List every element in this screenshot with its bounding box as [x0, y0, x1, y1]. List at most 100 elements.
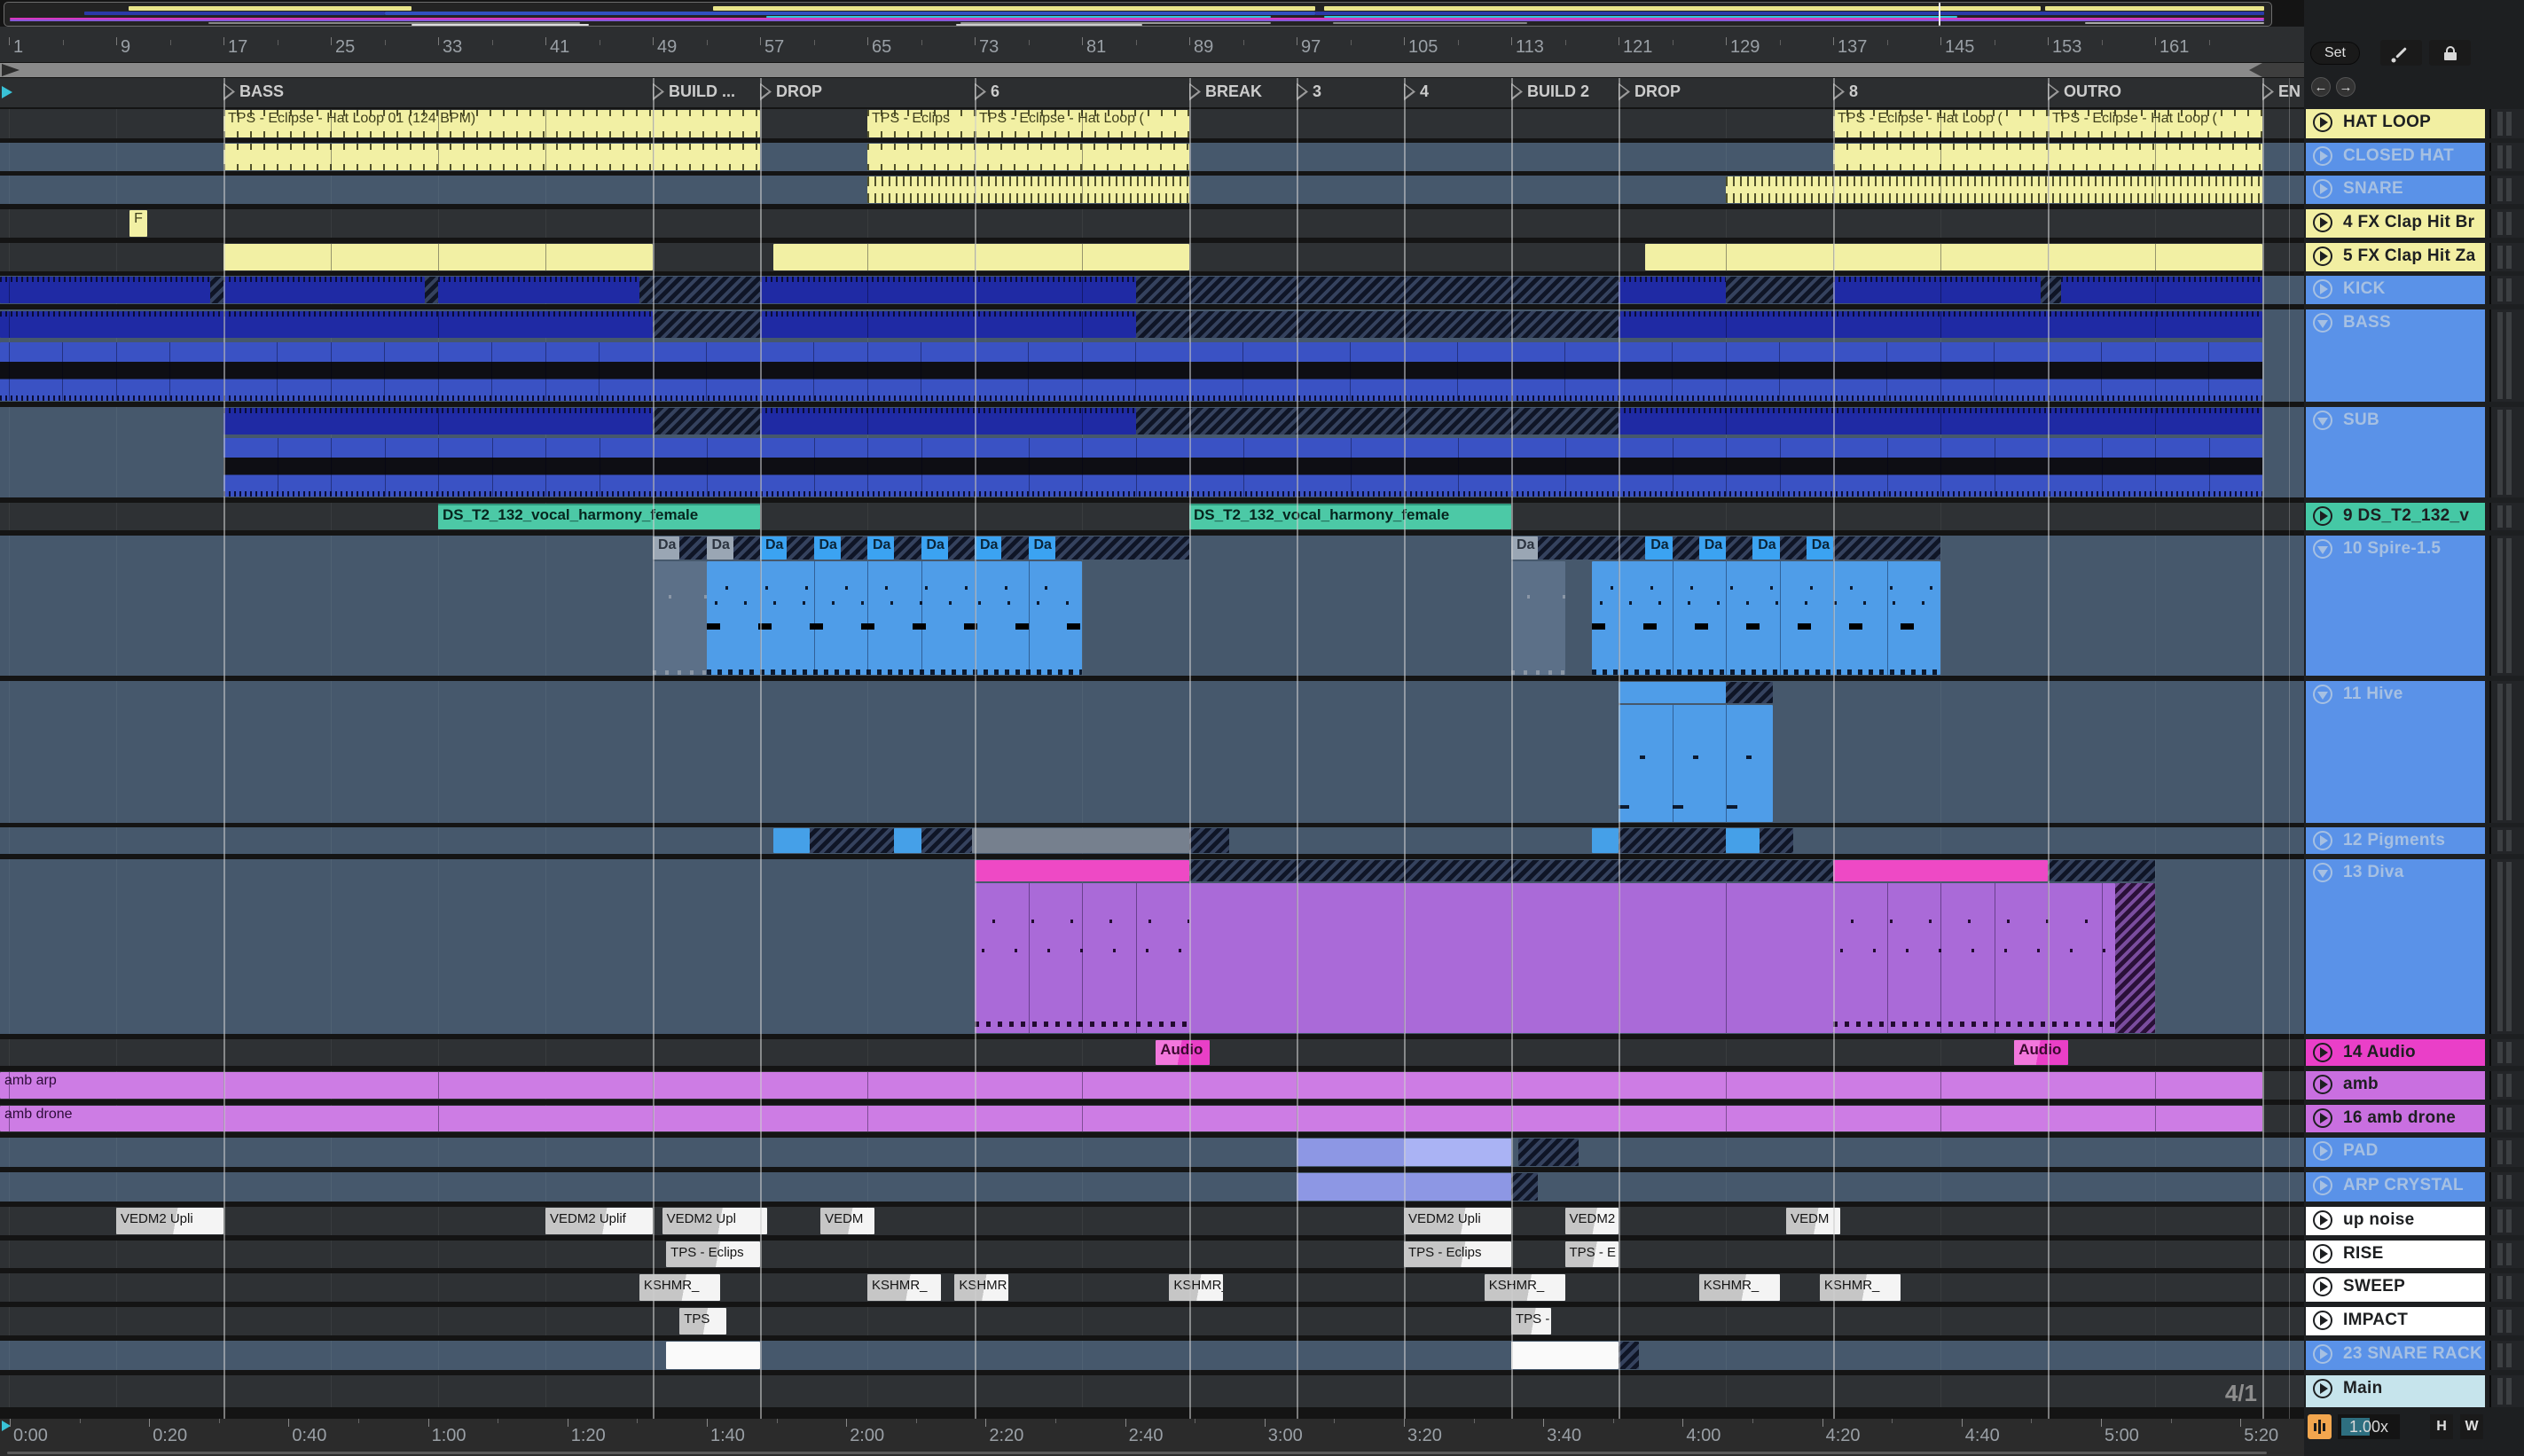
clip[interactable] [921, 828, 972, 853]
clip[interactable] [1189, 828, 1230, 853]
clip-tps-eclipse-hat-loop-01-[interactable]: TPS - Eclipse - Hat Loop 01 (124 BPM) [223, 110, 760, 137]
clip-vedm2[interactable]: VEDM2 [1564, 1208, 1619, 1234]
clip-da[interactable]: Da [1698, 536, 1726, 560]
clip[interactable] [1779, 536, 1807, 560]
group-fold-icon[interactable] [2313, 313, 2332, 333]
track-play-icon[interactable] [2313, 279, 2332, 299]
track-lane-16-amb-drone[interactable]: amb drone [0, 1105, 2304, 1132]
clip[interactable] [1672, 536, 1699, 560]
track-play-icon[interactable] [2313, 1244, 2332, 1264]
clip[interactable] [223, 408, 653, 434]
track-lane-11-hive[interactable] [0, 681, 2304, 823]
clip-tps-e[interactable]: TPS - E [1564, 1241, 1619, 1267]
draw-mode-button[interactable] [2380, 40, 2422, 66]
clip[interactable] [894, 828, 921, 853]
clip[interactable] [2048, 860, 2155, 881]
track-header-sub[interactable]: SUB [2306, 407, 2485, 497]
clip[interactable] [1404, 1139, 1511, 1166]
locator-row[interactable]: BASS BUILD ... DROP 6 BREAK 3 4 BUILD 2 DROP 8 OUT… [0, 78, 2304, 107]
track-header-9-ds-t2-132-v[interactable]: 9 DS_T2_132_v [2306, 503, 2485, 530]
clip[interactable] [1726, 828, 1760, 853]
group-fold-icon[interactable] [2313, 411, 2332, 430]
clip[interactable] [1135, 408, 1619, 434]
track-play-icon[interactable] [2313, 831, 2332, 850]
clip-tps-eclips[interactable]: TPS - Eclips [867, 110, 975, 137]
track-lane-9-ds-t2-132-v[interactable]: DS_T2_132_vocal_harmony_female DS_T2_132_… [0, 503, 2304, 530]
track-header-impact[interactable]: IMPACT [2306, 1307, 2485, 1335]
track-header-main[interactable]: Main [2306, 1375, 2485, 1407]
track-lane-12-pigments[interactable] [0, 827, 2304, 854]
locator-en[interactable]: EN [2262, 82, 2301, 101]
clip-da[interactable]: Da [1028, 536, 1055, 560]
track-lane-amb[interactable]: amb arp [0, 1071, 2304, 1100]
clip[interactable] [733, 536, 760, 560]
clip[interactable] [947, 536, 975, 560]
track-lane-arp-crystal[interactable] [0, 1172, 2304, 1202]
clip[interactable] [223, 277, 425, 303]
track-header-5-fx-clap-hit-za[interactable]: 5 FX Clap Hit Za [2306, 243, 2485, 271]
locator-4[interactable]: 4 [1404, 82, 1429, 101]
track-play-icon[interactable] [2313, 113, 2332, 132]
track-header-16-amb-drone[interactable]: 16 amb drone [2306, 1105, 2485, 1132]
track-header-4-fx-clap-hit-br[interactable]: 4 FX Clap Hit Br [2306, 209, 2485, 238]
clip[interactable] [653, 408, 760, 434]
clip[interactable] [760, 311, 1136, 339]
track-lane-14-audio[interactable]: Audio Audio [0, 1039, 2304, 1066]
clip-da[interactable]: Da [975, 536, 1002, 560]
clip[interactable] [1619, 311, 2262, 339]
locator-build-[interactable]: BUILD ... [653, 82, 735, 101]
track-play-icon[interactable] [2313, 179, 2332, 199]
forward-button[interactable]: → [2336, 77, 2355, 97]
track-lane-5-fx-clap-hit-za[interactable] [0, 243, 2304, 271]
clip[interactable] [706, 561, 1082, 675]
clip[interactable] [1619, 408, 2262, 434]
clip-tps-[interactable]: TPS - [1511, 1308, 1552, 1335]
track-lane-23-snare-rack[interactable] [0, 1341, 2304, 1370]
clip-tps-eclips[interactable]: TPS - Eclips [666, 1241, 760, 1267]
clip[interactable] [424, 277, 438, 303]
locator-8[interactable]: 8 [1833, 82, 1858, 101]
clip[interactable] [653, 311, 760, 339]
clip-audio[interactable]: Audio [2014, 1040, 2068, 1065]
track-play-icon[interactable] [2313, 247, 2332, 266]
clip[interactable] [1135, 311, 1619, 339]
locator-3[interactable]: 3 [1297, 82, 1321, 101]
clip[interactable] [1833, 882, 2115, 1033]
track-play-icon[interactable] [2313, 1141, 2332, 1161]
clip[interactable] [787, 536, 814, 560]
clip[interactable] [809, 828, 895, 853]
clip[interactable] [1619, 828, 1726, 853]
clip[interactable] [773, 828, 810, 853]
clip[interactable] [975, 882, 1189, 1033]
clip[interactable] [679, 536, 707, 560]
group-fold-icon[interactable] [2313, 863, 2332, 882]
clip[interactable] [1135, 277, 1619, 303]
track-header-pad[interactable]: PAD [2306, 1138, 2485, 1167]
track-lane-kick[interactable] [0, 276, 2304, 304]
clip[interactable] [1645, 244, 2262, 270]
track-header-23-snare-rack[interactable]: 23 SNARE RACK [2306, 1341, 2485, 1370]
clip[interactable] [223, 144, 760, 170]
clip[interactable] [1726, 682, 1773, 703]
clip-da[interactable]: Da [653, 536, 680, 560]
clip-vedm2-upl[interactable]: VEDM2 Upl [662, 1208, 767, 1234]
track-header-hat-loop[interactable]: HAT LOOP [2306, 109, 2485, 138]
clip[interactable] [1726, 277, 1833, 303]
clip-da[interactable]: Da [813, 536, 841, 560]
clip-kshmr-[interactable]: KSHMR_ [1484, 1274, 1565, 1301]
clip[interactable] [1726, 536, 1753, 560]
track-header-closed-hat[interactable]: CLOSED HAT [2306, 143, 2485, 171]
clip[interactable] [1511, 1173, 1539, 1201]
clip-tps-eclipse-hat-loop-[interactable]: TPS - Eclipse - Hat Loop ( [1833, 110, 2048, 137]
locator-build-2[interactable]: BUILD 2 [1511, 82, 1589, 101]
clip-f[interactable]: F [129, 210, 147, 237]
clip-kshmr-[interactable]: KSHMR_ [1698, 1274, 1780, 1301]
height-zoom-button[interactable]: H [2430, 1414, 2453, 1439]
track-lane-sweep[interactable]: KSHMR_ KSHMR_ KSHMR KSHMR_ KSHMR_ KSHMR_ KSHMR… [0, 1273, 2304, 1302]
clip-da[interactable]: Da [921, 536, 948, 560]
track-header-bass[interactable]: BASS [2306, 309, 2485, 402]
clip[interactable] [2061, 277, 2262, 303]
clip-da[interactable]: Da [867, 536, 895, 560]
track-header-amb[interactable]: amb [2306, 1071, 2485, 1100]
clip[interactable] [0, 277, 210, 303]
